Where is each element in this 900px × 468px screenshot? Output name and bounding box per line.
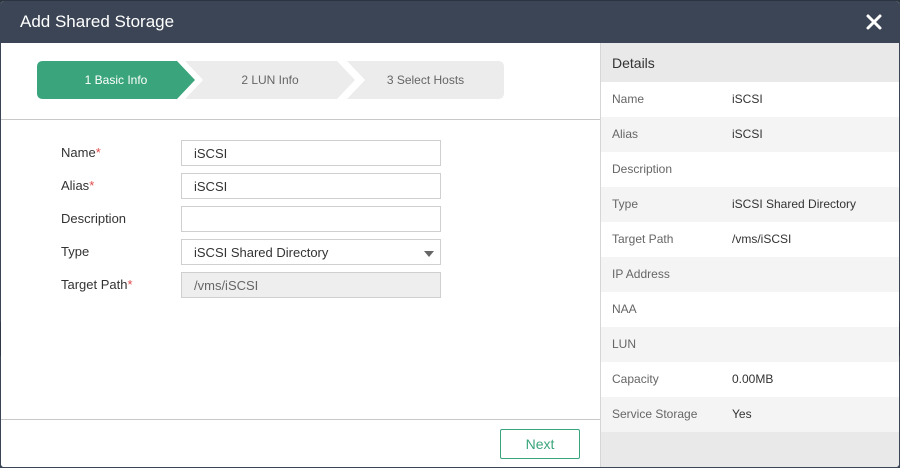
detail-row-service-storage: Service Storage Yes [601, 397, 899, 432]
detail-key: LUN [612, 337, 637, 351]
step-lun-info[interactable]: 2 LUN Info [185, 61, 355, 99]
detail-row-lun: LUN [601, 327, 899, 362]
detail-row-naa: NAA [601, 292, 899, 327]
step-label: 2 LUN Info [241, 73, 299, 87]
detail-key: IP Address [612, 267, 670, 281]
description-label: Description [61, 211, 127, 226]
dialog-title: Add Shared Storage [20, 12, 175, 31]
detail-row-type: Type iSCSI Shared Directory [601, 187, 899, 222]
step-label: 1 Basic Info [84, 73, 148, 87]
close-button[interactable] [861, 9, 887, 35]
detail-key: Name [612, 92, 645, 106]
required-mark: * [89, 178, 95, 193]
type-select[interactable]: iSCSI Shared Directory [181, 239, 441, 265]
details-panel: Details Name iSCSI Alias iSCSI Descripti… [600, 43, 899, 467]
type-row: Type iSCSI Shared Directory [61, 239, 441, 267]
required-mark: * [95, 145, 101, 160]
form-pane: 1 Basic Info 2 LUN Info 3 Select Hosts N… [1, 43, 600, 467]
divider [1, 419, 600, 420]
detail-value: Yes [732, 407, 752, 421]
step-label: 3 Select Hosts [386, 73, 465, 87]
chevron-down-icon [424, 251, 434, 257]
alias-label: Alias* [61, 178, 95, 193]
step-basic-info[interactable]: 1 Basic Info [37, 61, 195, 99]
detail-value: iSCSI [732, 127, 763, 141]
close-icon [866, 14, 882, 30]
name-row: Name* iSCSI [61, 140, 441, 168]
type-select-value: iSCSI Shared Directory [194, 245, 329, 260]
name-input[interactable]: iSCSI [181, 140, 441, 166]
required-mark: * [127, 277, 133, 292]
detail-key: NAA [612, 302, 637, 316]
detail-row-description: Description [601, 152, 899, 187]
detail-row-name: Name iSCSI [601, 82, 899, 117]
detail-key: Service Storage [612, 407, 698, 421]
detail-row-target-path: Target Path /vms/iSCSI [601, 222, 899, 257]
detail-value: iSCSI Shared Directory [732, 197, 857, 211]
detail-row-ip-address: IP Address [601, 257, 899, 292]
alias-row: Alias* iSCSI [61, 173, 441, 201]
detail-key: Type [612, 197, 639, 211]
detail-row-alias: Alias iSCSI [601, 117, 899, 152]
alias-input[interactable]: iSCSI [181, 173, 441, 199]
name-label: Name* [61, 145, 101, 160]
detail-key: Target Path [612, 232, 674, 246]
type-label: Type [61, 244, 90, 259]
detail-key: Capacity [612, 372, 659, 386]
description-row: Description [61, 206, 441, 234]
step-select-hosts[interactable]: 3 Select Hosts [347, 61, 504, 99]
detail-key: Description [612, 162, 673, 176]
add-shared-storage-dialog: Add Shared Storage 1 Basic Info 2 LUN In… [1, 1, 899, 467]
detail-value: /vms/iSCSI [732, 232, 792, 246]
detail-value: 0.00MB [732, 372, 774, 386]
next-button[interactable]: Next [500, 429, 580, 459]
details-title: Details [612, 55, 655, 71]
description-input[interactable] [181, 206, 441, 232]
detail-row-capacity: Capacity 0.00MB [601, 362, 899, 397]
dialog-titlebar: Add Shared Storage [1, 1, 899, 43]
detail-key: Alias [612, 127, 639, 141]
target-path-input: /vms/iSCSI [181, 272, 441, 298]
divider [1, 119, 600, 120]
target-path-row: Target Path* /vms/iSCSI [61, 272, 441, 300]
target-path-label: Target Path* [61, 277, 133, 292]
detail-value: iSCSI [732, 92, 763, 106]
